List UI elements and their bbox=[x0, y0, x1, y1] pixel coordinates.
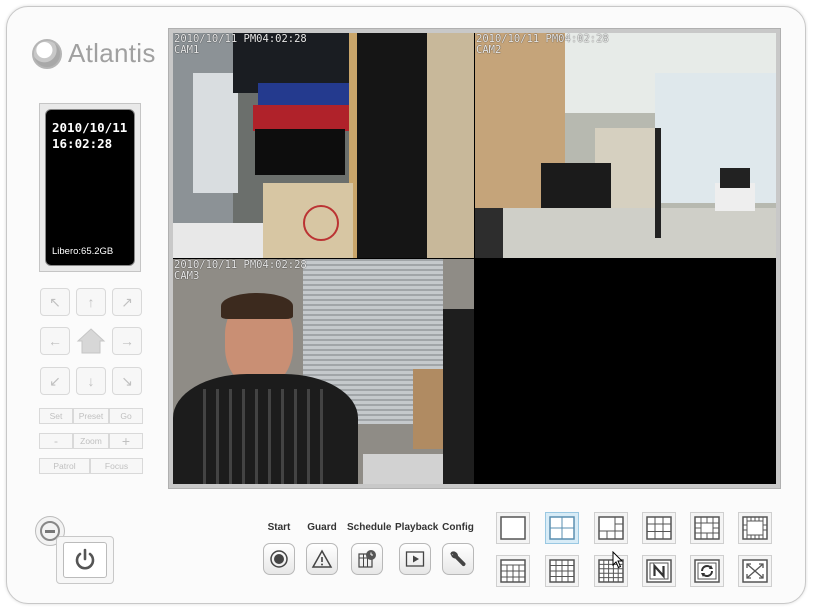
status-date: 2010/10/11 bbox=[52, 120, 128, 135]
layout-1plus5-icon bbox=[598, 516, 624, 540]
arrow-down-right-icon: ↘ bbox=[121, 372, 133, 389]
camera-view-2[interactable]: 2010/10/11 PM04:02:28 CAM2 bbox=[475, 33, 776, 258]
layout-1plus12-button[interactable] bbox=[690, 512, 724, 544]
config-button[interactable] bbox=[442, 543, 474, 575]
ptz-down-right-button[interactable]: ↘ bbox=[112, 367, 142, 395]
ptz-right-button[interactable]: → bbox=[112, 327, 142, 355]
zoom-in-button[interactable]: + bbox=[109, 433, 143, 449]
layout-custom-n-button[interactable] bbox=[642, 555, 676, 587]
status-datetime: 2010/10/11 16:02:28 bbox=[52, 120, 127, 152]
ptz-set-button[interactable]: Set bbox=[39, 408, 73, 424]
layout-single-icon bbox=[500, 516, 526, 540]
config-label: Config bbox=[442, 522, 474, 533]
brand-logo: Atlantis bbox=[32, 38, 156, 69]
guard-control: Guard bbox=[302, 522, 342, 575]
ptz-up-left-button[interactable]: ↖ bbox=[40, 288, 70, 316]
calendar-clock-icon bbox=[358, 550, 376, 568]
playback-button[interactable] bbox=[399, 543, 431, 575]
camera-view-1[interactable]: 2010/10/11 PM04:02:28 CAM1 bbox=[173, 33, 474, 258]
layout-single-button[interactable] bbox=[496, 512, 530, 544]
ptz-up-right-button[interactable]: ↗ bbox=[112, 288, 142, 316]
power-button[interactable] bbox=[56, 536, 114, 584]
camera-view-3[interactable]: 2010/10/11 PM04:02:28 CAM3 bbox=[173, 259, 474, 484]
status-time: 16:02:28 bbox=[52, 136, 113, 151]
layout-perimeter-button[interactable] bbox=[738, 512, 772, 544]
arrow-down-icon: ↓ bbox=[87, 373, 95, 389]
cam3-label: CAM3 bbox=[174, 270, 200, 282]
fullscreen-icon bbox=[742, 559, 768, 583]
ptz-zoom-row: - Zoom + bbox=[39, 433, 143, 449]
cam2-osd: 2010/10/11 PM04:02:28 CAM2 bbox=[476, 34, 609, 56]
brand-name: Atlantis bbox=[68, 38, 156, 68]
ptz-up-button[interactable]: ↑ bbox=[76, 288, 106, 316]
schedule-control: Schedule bbox=[347, 522, 392, 575]
schedule-button[interactable] bbox=[351, 543, 383, 575]
zoom-out-button[interactable]: - bbox=[39, 433, 73, 449]
layout-auto-cycle-button[interactable] bbox=[690, 555, 724, 587]
layout-quad-icon bbox=[549, 516, 575, 540]
ptz-preset-row: Set Preset Go bbox=[39, 408, 143, 424]
layout-1plus5-button[interactable] bbox=[594, 512, 628, 544]
home-icon bbox=[76, 328, 106, 354]
window-edge bbox=[808, 0, 814, 610]
free-space-label: Libero:65.2GB bbox=[52, 246, 114, 257]
arrow-up-icon: ↑ bbox=[87, 294, 95, 310]
ptz-go-button[interactable]: Go bbox=[109, 408, 143, 424]
video-display: 2010/10/11 PM04:02:28 CAM1 2010/10/11 PM… bbox=[168, 28, 781, 489]
cam1-osd: 2010/10/11 PM04:02:28 CAM1 bbox=[174, 34, 307, 56]
start-label: Start bbox=[267, 522, 291, 533]
cycle-icon bbox=[694, 559, 720, 583]
start-control: Start bbox=[259, 522, 299, 575]
layout-perimeter-icon bbox=[742, 516, 768, 540]
layout-quad-button[interactable] bbox=[545, 512, 579, 544]
wrench-icon bbox=[450, 551, 466, 567]
ptz-left-button[interactable]: ← bbox=[40, 327, 70, 355]
warning-icon bbox=[311, 549, 333, 568]
logo-mark-icon bbox=[32, 38, 62, 69]
start-button[interactable] bbox=[263, 543, 295, 575]
ptz-patrol-button[interactable]: Patrol bbox=[39, 458, 90, 474]
arrow-down-left-icon: ↙ bbox=[49, 372, 61, 389]
arrow-up-left-icon: ↖ bbox=[49, 293, 61, 310]
mouse-cursor-icon bbox=[612, 551, 624, 569]
layout-4x4-b-icon bbox=[549, 559, 575, 583]
layout-4x4-b-button[interactable] bbox=[545, 555, 579, 587]
schedule-label: Schedule bbox=[347, 522, 392, 533]
power-icon bbox=[75, 548, 95, 570]
letter-n-icon bbox=[646, 559, 672, 583]
ptz-patrol-row: Patrol Focus bbox=[39, 458, 143, 474]
cam3-osd: 2010/10/11 PM04:02:28 CAM3 bbox=[174, 260, 307, 282]
layout-3x3-button[interactable] bbox=[642, 512, 676, 544]
cam1-label: CAM1 bbox=[174, 44, 200, 56]
status-panel: 2010/10/11 16:02:28 Libero:65.2GB bbox=[39, 103, 141, 272]
playback-label: Playback bbox=[395, 522, 439, 533]
cam2-label: CAM2 bbox=[476, 44, 502, 56]
arrow-left-icon: ← bbox=[48, 333, 62, 349]
ptz-preset-button[interactable]: Preset bbox=[73, 408, 109, 424]
play-icon bbox=[405, 551, 425, 567]
layout-1plus12-icon bbox=[694, 516, 720, 540]
layout-3x3-icon bbox=[646, 516, 672, 540]
status-display: 2010/10/11 16:02:28 Libero:65.2GB bbox=[45, 109, 135, 266]
arrow-up-right-icon: ↗ bbox=[121, 293, 133, 310]
ptz-down-button[interactable]: ↓ bbox=[76, 367, 106, 395]
camera-view-4[interactable] bbox=[475, 259, 776, 484]
ptz-down-left-button[interactable]: ↙ bbox=[40, 367, 70, 395]
video-grid: 2010/10/11 PM04:02:28 CAM1 2010/10/11 PM… bbox=[173, 33, 776, 484]
fullscreen-button[interactable] bbox=[738, 555, 772, 587]
record-icon bbox=[270, 550, 288, 568]
layout-4x4-a-icon bbox=[500, 559, 526, 583]
ptz-home-button[interactable] bbox=[74, 324, 108, 358]
zoom-label: Zoom bbox=[73, 433, 109, 449]
guard-button[interactable] bbox=[306, 543, 338, 575]
arrow-right-icon: → bbox=[120, 333, 134, 349]
guard-label: Guard bbox=[307, 522, 337, 533]
ptz-focus-button[interactable]: Focus bbox=[90, 458, 143, 474]
layout-4x4-a-button[interactable] bbox=[496, 555, 530, 587]
config-control: Config bbox=[438, 522, 478, 575]
playback-control: Playback bbox=[395, 522, 439, 575]
